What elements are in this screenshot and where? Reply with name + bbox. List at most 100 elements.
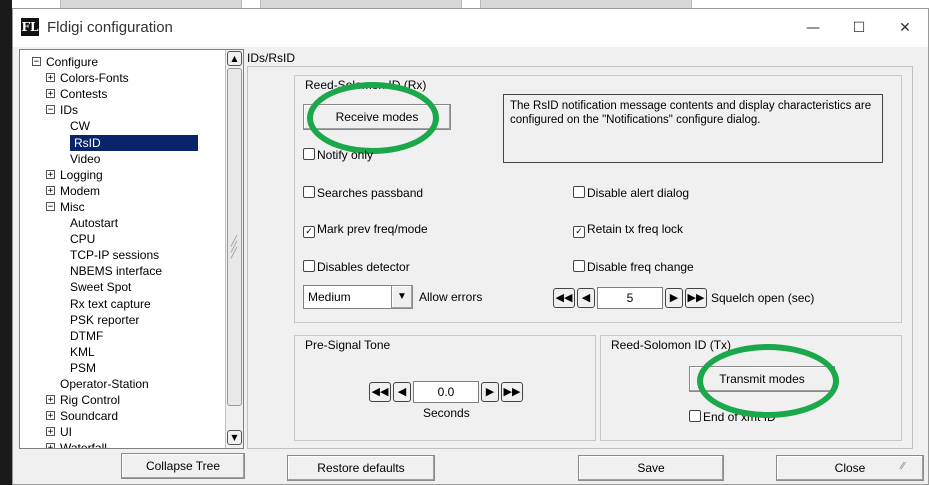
- tree-item[interactable]: + Waterfall: [20, 440, 225, 448]
- tree-item-label: Autostart: [70, 216, 119, 230]
- tree-item[interactable]: Sweet Spot: [20, 279, 225, 295]
- tree-item-label: TCP-IP sessions: [70, 248, 160, 263]
- retain-tx-checkbox[interactable]: ✓ Retain tx freq lock: [573, 222, 683, 238]
- fast-back-icon[interactable]: ◀◀: [553, 288, 575, 308]
- tree-item-label: Configure: [46, 55, 99, 69]
- tree-item-label: NBEMS interface: [70, 264, 163, 279]
- expand-icon[interactable]: +: [46, 443, 55, 448]
- chevron-down-icon[interactable]: ▼: [391, 285, 413, 309]
- tree-item[interactable]: + Colors-Fonts: [20, 70, 225, 86]
- checkbox-box: [303, 148, 315, 160]
- tree-item-label: Operator-Station: [60, 377, 149, 391]
- tree-item[interactable]: PSK reporter: [20, 312, 225, 328]
- squelch-value[interactable]: 5: [597, 287, 663, 309]
- expand-icon[interactable]: +: [46, 427, 55, 437]
- collapse-icon[interactable]: −: [46, 201, 55, 211]
- tree-item[interactable]: RsID: [20, 134, 225, 151]
- tree-item[interactable]: − Misc: [20, 199, 225, 215]
- checkbox-box: [303, 186, 315, 198]
- scroll-up-icon[interactable]: ▲: [227, 51, 242, 66]
- back-icon[interactable]: ◀: [393, 382, 411, 402]
- scroll-down-icon[interactable]: ▼: [227, 430, 242, 445]
- tree-item[interactable]: − IDs: [20, 102, 225, 118]
- maximize-icon[interactable]: ☐: [836, 9, 882, 47]
- notify-only-checkbox[interactable]: Notify only: [303, 148, 373, 162]
- tree-item[interactable]: CPU: [20, 231, 225, 247]
- tree-item[interactable]: − Configure: [20, 54, 225, 70]
- tree-item[interactable]: NBEMS interface: [20, 263, 225, 279]
- tree-item-label: CW: [70, 119, 90, 134]
- notify-only-label: Notify only: [317, 148, 374, 162]
- expand-icon[interactable]: +: [46, 185, 55, 195]
- annotation-ring: [697, 344, 839, 418]
- collapse-icon[interactable]: −: [46, 105, 55, 115]
- disables-detector-checkbox[interactable]: Disables detector: [303, 260, 410, 274]
- fast-back-icon[interactable]: ◀◀: [369, 382, 391, 402]
- mark-prev-label: Mark prev freq/mode: [317, 222, 428, 236]
- tree-item-label: Misc: [60, 199, 85, 214]
- fast-forward-icon[interactable]: ▶▶: [685, 288, 707, 308]
- tree-item-label: UI: [60, 425, 72, 440]
- tree-item[interactable]: Rx text capture: [20, 296, 225, 312]
- searches-passband-checkbox[interactable]: Searches passband: [303, 186, 423, 200]
- tree-item[interactable]: + UI: [20, 424, 225, 440]
- tree-item[interactable]: + Rig Control: [20, 392, 225, 408]
- rx-group: Reed-Solomon ID (Rx) Receive modes The R…: [294, 75, 902, 323]
- minimize-icon[interactable]: —: [790, 9, 836, 47]
- expand-icon[interactable]: +: [46, 89, 55, 99]
- tree-item[interactable]: Operator-Station: [20, 376, 225, 392]
- app-icon: FL: [21, 18, 39, 36]
- close-icon[interactable]: ✕: [882, 9, 928, 47]
- tree-item[interactable]: Video: [20, 151, 225, 167]
- disable-alert-checkbox[interactable]: Disable alert dialog: [573, 186, 689, 200]
- grip-icon: ╱ ╱ ╱: [231, 236, 238, 259]
- tree-item-label: Colors-Fonts: [60, 71, 129, 86]
- pre-signal-group: Pre-Signal Tone ◀◀ ◀ 0.0 ▶ ▶▶ Seconds: [294, 335, 596, 441]
- forward-icon[interactable]: ▶: [481, 382, 499, 402]
- collapse-tree-button[interactable]: Collapse Tree: [121, 453, 245, 479]
- tree-item[interactable]: DTMF: [20, 328, 225, 344]
- pre-signal-title: Pre-Signal Tone: [305, 338, 391, 352]
- tree-item-label: Logging: [60, 167, 103, 182]
- tree-item[interactable]: + Modem: [20, 183, 225, 199]
- disable-freq-change-checkbox[interactable]: Disable freq change: [573, 260, 694, 274]
- searches-passband-label: Searches passband: [317, 186, 424, 200]
- config-tree: − Configure + Colors-Fonts + Contests − IDs CW Rs…: [19, 49, 244, 449]
- tree-item[interactable]: CW: [20, 118, 225, 134]
- rsid-panel: Reed-Solomon ID (Rx) Receive modes The R…: [247, 66, 913, 449]
- expand-icon[interactable]: +: [46, 169, 55, 179]
- tree-items: − Configure + Colors-Fonts + Contests − IDs CW Rs…: [20, 50, 225, 448]
- tree-item-label: Video: [70, 151, 101, 166]
- tree-item[interactable]: KML: [20, 344, 225, 360]
- fast-forward-icon[interactable]: ▶▶: [501, 382, 523, 402]
- tree-item[interactable]: PSM: [20, 360, 225, 376]
- tree-item-label: CPU: [70, 232, 96, 247]
- checkbox-box: ✓: [303, 226, 315, 238]
- expand-icon[interactable]: +: [46, 395, 55, 405]
- tree-item[interactable]: Autostart: [20, 215, 225, 231]
- tree-item[interactable]: TCP-IP sessions: [20, 247, 225, 263]
- pre-signal-value[interactable]: 0.0: [413, 381, 479, 403]
- tree-scrollbar[interactable]: ▲ ╱ ╱ ╱ ▼: [225, 50, 243, 448]
- resize-grip-icon[interactable]: ⁄⁄: [901, 461, 904, 472]
- errors-select[interactable]: Medium: [303, 285, 393, 309]
- checkbox-box: ✓: [573, 226, 585, 238]
- panel-title: IDs/RsID: [247, 51, 295, 65]
- tree-item-label: Sweet Spot: [70, 280, 132, 295]
- forward-icon[interactable]: ▶: [665, 288, 683, 308]
- save-button[interactable]: Save: [578, 455, 724, 481]
- expand-icon[interactable]: +: [46, 73, 55, 83]
- scroll-thumb[interactable]: ╱ ╱ ╱: [227, 68, 242, 406]
- disable-freq-change-label: Disable freq change: [587, 260, 694, 274]
- expand-icon[interactable]: +: [46, 411, 55, 421]
- retain-tx-label: Retain tx freq lock: [587, 222, 684, 236]
- restore-defaults-button[interactable]: Restore defaults: [287, 455, 435, 481]
- tree-item[interactable]: + Logging: [20, 167, 225, 183]
- tree-item[interactable]: + Soundcard: [20, 408, 225, 424]
- back-icon[interactable]: ◀: [577, 288, 595, 308]
- tree-item[interactable]: + Contests: [20, 86, 225, 102]
- collapse-icon[interactable]: −: [32, 57, 41, 67]
- background-app-edge: [0, 0, 12, 485]
- mark-prev-checkbox[interactable]: ✓ Mark prev freq/mode: [303, 222, 428, 238]
- tree-item-label: IDs: [60, 103, 78, 118]
